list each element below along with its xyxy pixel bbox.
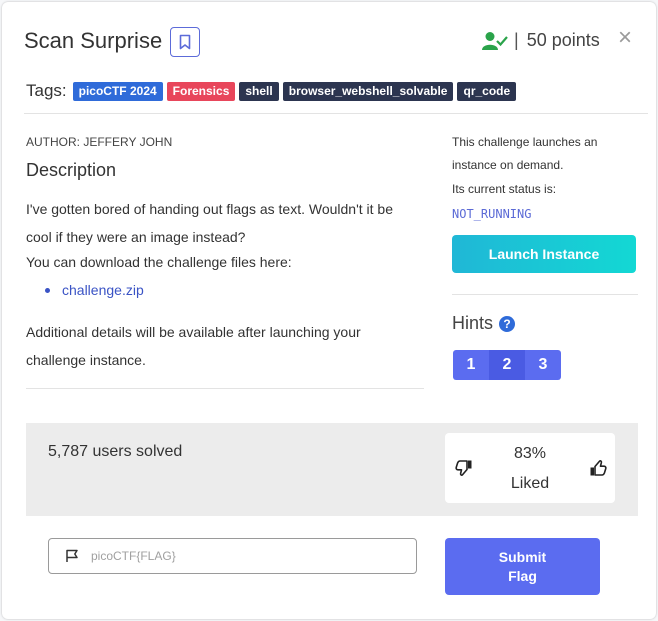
tag-forensics[interactable]: Forensics [166,81,236,101]
points-info: | 50 points [482,30,600,51]
close-icon[interactable]: × [618,26,632,50]
description-text: I've gotten bored of handing out flags a… [26,201,393,245]
tag-picoctf-2024[interactable]: picoCTF 2024 [72,81,163,101]
flag-field[interactable] [48,538,417,574]
users-solved: 5,787 users solved [48,443,183,460]
challenge-zip-link[interactable]: challenge.zip [62,276,144,304]
instance-text-1: This challenge launches an [452,135,598,149]
submit-label-line2: Flag [508,567,537,584]
description-divider [26,388,424,389]
thumbs-up-icon[interactable] [589,459,607,477]
user-check-icon [482,31,508,50]
tags-label: Tags: [26,81,67,100]
additional-details-text: Additional details will be available aft… [26,324,361,368]
challenge-title: Scan Surprise [24,28,163,53]
launch-instance-button[interactable]: Launch Instance [452,235,636,273]
stats-panel: 5,787 users solved 83% Liked [26,423,638,516]
hints-heading-row: Hints ? [452,313,516,334]
hint-buttons: 1 2 3 [453,350,561,380]
instance-text-2: instance on demand. [452,158,564,172]
description-heading: Description [26,160,117,180]
instance-text-3: Its current status is: [452,182,557,196]
tag-qr-code[interactable]: qr_code [457,81,517,101]
header-divider [24,113,648,114]
points-value: 50 points [526,30,600,50]
hints-heading: Hints [452,313,494,333]
tag-shell[interactable]: shell [239,81,279,101]
points-separator: | [514,30,519,50]
list-bullet [45,288,50,293]
bookmark-button[interactable] [170,27,200,57]
hint-button-2[interactable]: 2 [489,350,525,380]
hint-button-1[interactable]: 1 [453,350,489,380]
download-text: You can download the challenge files her… [26,254,292,270]
submit-flag-button[interactable]: Submit Flag [445,538,600,595]
like-card: 83% Liked [445,433,615,503]
submit-label-line1: Submit [498,548,547,565]
instance-status: NOT_RUNNING [452,207,532,221]
hint-button-3[interactable]: 3 [525,350,561,380]
flag-icon [66,549,78,562]
challenge-modal: Scan Surprise | 50 points × Tags: picoCT… [2,2,656,619]
tags-row: Tags: picoCTF 2024 Forensics shell brows… [26,81,520,101]
author-label: AUTHOR: JEFFERY JOHN [26,135,173,149]
liked-label: Liked [510,475,550,492]
bookmark-icon [179,34,191,50]
instance-divider [452,294,638,295]
help-icon[interactable]: ? [499,315,516,332]
tag-browser-webshell-solvable[interactable]: browser_webshell_solvable [282,81,454,101]
flag-input[interactable] [89,548,393,564]
